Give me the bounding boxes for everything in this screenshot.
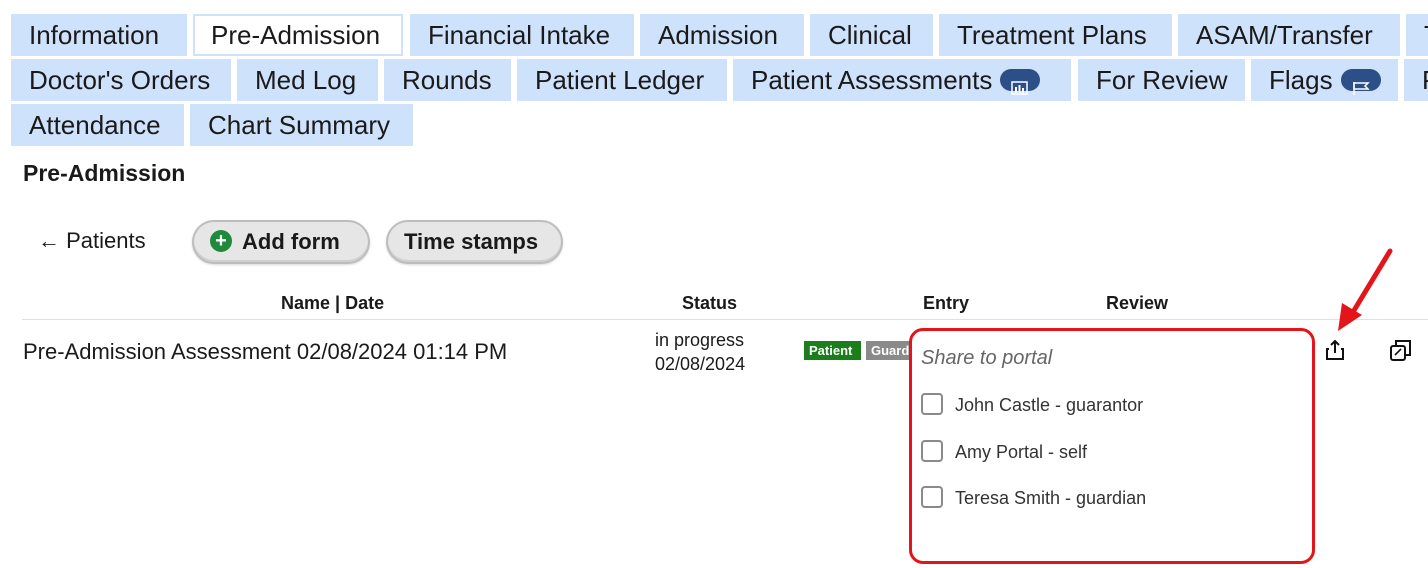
- tab-patient-ledger[interactable]: Patient Ledger: [517, 59, 727, 101]
- tab-flags[interactable]: Flags: [1251, 59, 1398, 101]
- checkbox[interactable]: [921, 393, 943, 416]
- copy-icon[interactable]: [1388, 338, 1414, 364]
- add-form-label: Add form: [242, 229, 340, 254]
- option-label: Amy Portal - self: [955, 442, 1088, 462]
- tab-med-log[interactable]: Med Log: [237, 59, 378, 101]
- time-stamps-button[interactable]: Time stamps: [386, 220, 563, 264]
- tab-rounds[interactable]: Rounds: [384, 59, 511, 101]
- tab-pre-admission[interactable]: Pre-Admission: [193, 14, 403, 56]
- back-to-patients-link[interactable]: ← Patients: [38, 228, 146, 254]
- checkbox[interactable]: [921, 440, 943, 463]
- tab-label: Patient Assessments: [751, 65, 993, 95]
- add-form-button[interactable]: + Add form: [192, 220, 370, 264]
- plus-circle-icon: +: [210, 230, 232, 253]
- header-entry: Entry: [923, 293, 970, 313]
- flag-icon: [1340, 69, 1381, 96]
- time-stamps-label: Time stamps: [404, 229, 539, 254]
- bar-chart-icon: [1000, 69, 1041, 95]
- form-name-link[interactable]: Pre-Admission Assessment 02/08/2024 01:1…: [23, 339, 507, 365]
- tab-doctors-orders[interactable]: Doctor's Orders: [11, 59, 231, 101]
- header-name-date: Name | Date: [281, 293, 385, 313]
- option-label: John Castle - guarantor: [955, 395, 1144, 415]
- status-cell: in progress 02/08/2024: [655, 328, 745, 376]
- share-to-portal-popup: Share to portal John Castle - guarantor …: [909, 328, 1315, 564]
- tab-truncated[interactable]: T: [1406, 14, 1428, 56]
- tab-treatment-plans[interactable]: Treatment Plans: [939, 14, 1172, 56]
- status-date: 02/08/2024: [655, 354, 746, 374]
- share-option-teresa-smith[interactable]: Teresa Smith - guardian: [921, 486, 1146, 510]
- share-icon[interactable]: [1324, 338, 1346, 362]
- share-popup-title: Share to portal: [921, 347, 1053, 369]
- tab-chart-summary[interactable]: Chart Summary: [190, 104, 413, 146]
- page-title: Pre-Admission: [23, 160, 186, 186]
- status-text: in progress: [655, 330, 745, 350]
- share-option-john-castle[interactable]: John Castle - guarantor: [921, 393, 1143, 417]
- option-label: Teresa Smith - guardian: [955, 488, 1147, 508]
- table-header-divider: [22, 319, 1428, 320]
- tab-information[interactable]: Information: [11, 14, 187, 56]
- tab-admission[interactable]: Admission: [640, 14, 804, 56]
- annotation-arrow-icon: [1338, 248, 1393, 331]
- tab-patient-assessments[interactable]: Patient Assessments: [733, 59, 1071, 101]
- checkbox[interactable]: [921, 486, 943, 509]
- guardian-badge: Guardian: [866, 341, 912, 360]
- tab-label: Flags: [1269, 65, 1333, 95]
- header-status: Status: [682, 293, 738, 313]
- tab-truncated-2[interactable]: P: [1404, 59, 1428, 101]
- share-option-amy-portal[interactable]: Amy Portal - self: [921, 440, 1087, 464]
- header-review: Review: [1106, 293, 1169, 313]
- tab-clinical[interactable]: Clinical: [810, 14, 933, 56]
- tab-for-review[interactable]: For Review: [1078, 59, 1245, 101]
- patient-badge: Patient: [804, 341, 861, 360]
- tab-financial-intake[interactable]: Financial Intake: [410, 14, 634, 56]
- tab-asam-transfer[interactable]: ASAM/Transfer: [1178, 14, 1400, 56]
- tab-attendance[interactable]: Attendance: [11, 104, 184, 146]
